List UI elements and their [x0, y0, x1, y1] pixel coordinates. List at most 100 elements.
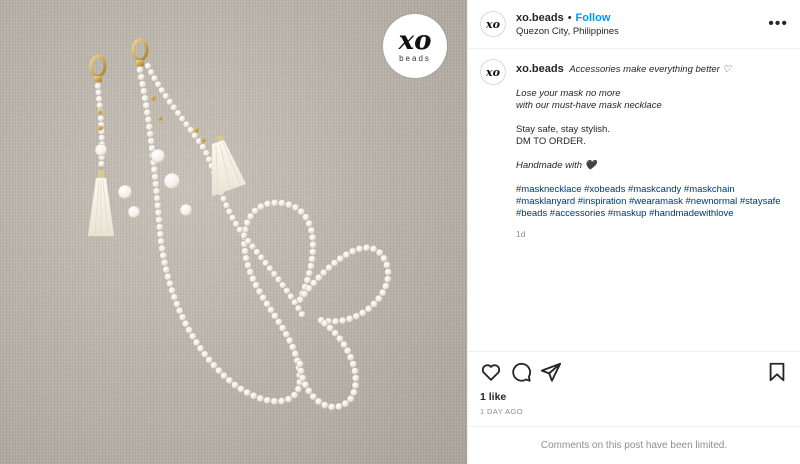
bead: [301, 380, 310, 389]
bead: [249, 275, 257, 283]
bead: [170, 293, 179, 302]
bead: [331, 317, 340, 326]
bead: [97, 160, 106, 168]
username-link[interactable]: xo.beads: [516, 12, 564, 24]
bead: [298, 374, 307, 382]
bead: [154, 208, 163, 217]
bead: [257, 202, 265, 211]
bead: [199, 143, 207, 151]
bead: [342, 250, 351, 259]
post-photo[interactable]: xo beads: [0, 0, 467, 464]
bead: [205, 155, 213, 164]
pearl: [127, 205, 141, 219]
bead: [305, 269, 314, 278]
gold-spacer-bead: [150, 95, 156, 101]
caption-hashtags[interactable]: #masknecklace #xobeads #maskcandy #maskc…: [516, 184, 788, 220]
bead: [358, 309, 367, 317]
bead: [349, 360, 358, 368]
bead: [166, 98, 174, 106]
bead: [347, 353, 355, 362]
caption-line: with our must-have mask necklace: [516, 100, 662, 111]
bead: [351, 367, 359, 375]
gold-spacer-bead: [200, 137, 206, 143]
bead: [303, 276, 312, 284]
caption: xo xo.beads Accessories make everything …: [480, 59, 788, 240]
location-link[interactable]: Quezon City, Philippines: [516, 26, 768, 37]
bead: [154, 201, 162, 210]
bead: [338, 316, 347, 325]
instagram-post: xo beads xo xo.beads • Follow Quezon Cit…: [0, 0, 800, 464]
bead: [252, 281, 260, 290]
bead: [232, 220, 240, 228]
bookmark-icon[interactable]: [766, 361, 788, 383]
like-count[interactable]: 1 like: [468, 391, 800, 403]
bead: [145, 123, 154, 131]
avatar[interactable]: xo: [480, 11, 506, 37]
bead: [308, 233, 317, 242]
caption-timestamp[interactable]: 1d: [516, 228, 788, 240]
caption-line: DM TO ORDER.: [516, 136, 586, 147]
caption-line: Lose your mask no more: [516, 88, 621, 99]
comments-area: xo xo.beads Accessories make everything …: [468, 49, 800, 351]
bead: [246, 268, 255, 276]
gold-spacer-bead: [193, 127, 199, 133]
bead: [278, 324, 287, 332]
bead: [185, 326, 194, 334]
header-line: xo.beads • Follow: [516, 12, 768, 24]
bead: [94, 82, 102, 90]
bead: [263, 300, 271, 308]
bead: [162, 92, 170, 100]
post-date[interactable]: 1 DAY AGO: [468, 403, 800, 426]
pearl: [163, 172, 181, 190]
bead: [340, 340, 348, 349]
post-header: xo xo.beads • Follow Quezon City, Philip…: [468, 0, 800, 49]
header-text: xo.beads • Follow Quezon City, Philippin…: [516, 12, 768, 37]
bead: [253, 248, 261, 256]
pearl: [179, 203, 193, 217]
bead: [243, 219, 252, 227]
bead: [98, 134, 106, 142]
bead: [187, 126, 195, 134]
lobster-clasp-left: [89, 54, 107, 82]
bead: [309, 248, 317, 256]
bead: [288, 343, 297, 351]
bead: [350, 388, 358, 397]
bead: [263, 396, 272, 405]
bead: [142, 101, 151, 110]
bead: [244, 261, 252, 270]
bead: [383, 261, 391, 269]
bead: [222, 201, 231, 209]
caption-body: xo.beads Accessories make everything bet…: [516, 63, 788, 240]
comment-icon[interactable]: [510, 361, 532, 383]
bead: [151, 74, 159, 82]
bead: [229, 214, 237, 222]
bead: [297, 367, 305, 375]
bead: [277, 397, 286, 405]
heart-icon[interactable]: [480, 361, 502, 383]
post-side-panel: xo xo.beads • Follow Quezon City, Philip…: [467, 0, 800, 464]
bead: [94, 88, 103, 97]
bead: [291, 298, 299, 306]
more-options-icon[interactable]: •••: [768, 15, 788, 33]
caption-first-line: xo.beads Accessories make everything bet…: [516, 63, 788, 76]
bead: [352, 312, 361, 321]
follow-button[interactable]: Follow: [576, 12, 611, 24]
caption-username-link[interactable]: xo.beads: [516, 63, 564, 75]
brand-logo-badge: xo beads: [383, 14, 447, 78]
bead: [343, 347, 352, 355]
bead: [95, 95, 103, 103]
bead: [182, 120, 191, 128]
share-icon[interactable]: [540, 361, 562, 383]
bead: [298, 310, 306, 318]
bead: [249, 392, 258, 400]
bead: [155, 223, 164, 231]
caption-headline: Accessories make everything better ♡: [569, 64, 731, 75]
caption-avatar[interactable]: xo: [480, 59, 506, 85]
bead: [236, 226, 244, 234]
bead: [147, 137, 156, 145]
bead: [255, 287, 264, 296]
bead: [178, 115, 186, 123]
gold-spacer-bead: [97, 125, 103, 131]
bead: [147, 68, 155, 76]
logo-mark: xo: [398, 26, 432, 56]
